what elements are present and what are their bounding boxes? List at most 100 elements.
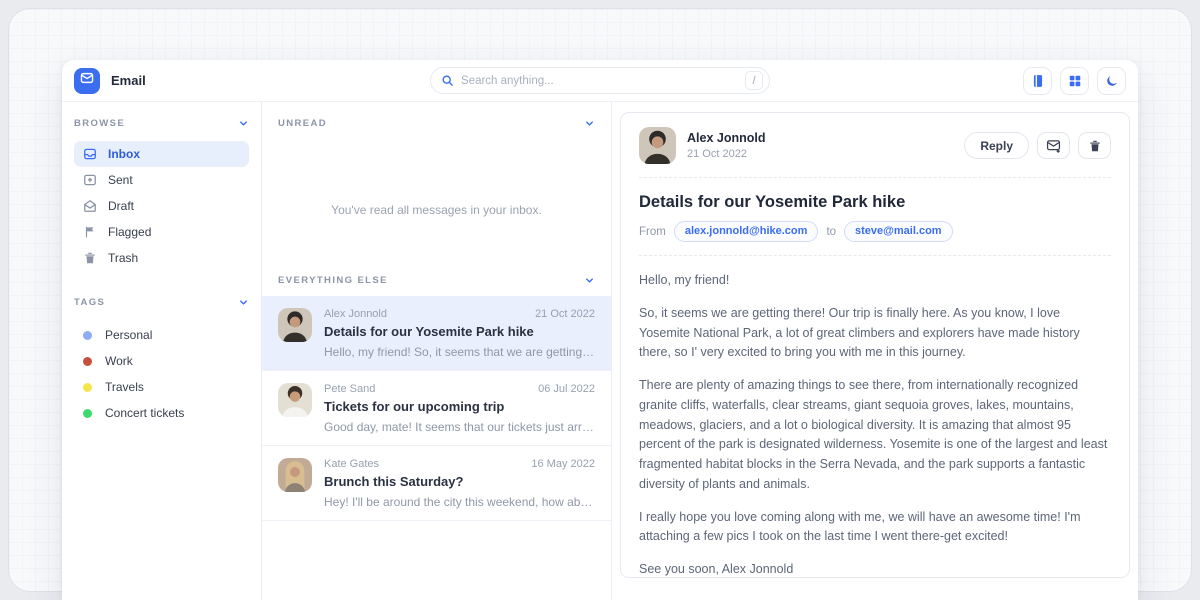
email-list-item-kate[interactable]: Kate Gates 16 May 2022 Brunch this Satur… — [262, 446, 611, 521]
app-logo — [74, 68, 100, 94]
sidebar-item-label: Sent — [108, 173, 133, 187]
tag-label: Travels — [105, 380, 144, 394]
body-paragraph: Hello, my friend! — [639, 271, 1111, 291]
message-list-column: UNREAD You've read all messages in your … — [262, 102, 612, 600]
body-paragraph: So, it seems we are getting there! Our t… — [639, 304, 1111, 363]
email-preview: Hey! I'll be around the city this weeken… — [324, 495, 595, 509]
body-paragraph: See you soon, Alex Jonnold — [639, 560, 1111, 578]
email-list-item-pete[interactable]: Pete Sand 06 Jul 2022 Tickets for our up… — [262, 371, 611, 446]
forward-mail-button[interactable] — [1037, 132, 1070, 159]
detail-sender-name: Alex Jonnold — [687, 131, 765, 145]
email-preview: Good day, mate! It seems that our ticket… — [324, 420, 595, 434]
delete-mail-button[interactable] — [1078, 132, 1111, 159]
sent-icon — [83, 173, 97, 187]
trash-icon — [1088, 139, 1102, 153]
sidebar-item-sent[interactable]: Sent — [74, 167, 249, 193]
email-list: Alex Jonnold 21 Oct 2022 Details for our… — [262, 296, 611, 521]
app-title: Email — [111, 73, 146, 88]
email-subject: Details for our Yosemite Park hike — [324, 324, 595, 339]
unread-section-label: UNREAD — [278, 118, 327, 129]
detail-from-row: From alex.jonnold@hike.com to steve@mail… — [639, 221, 1111, 242]
grid-icon — [1068, 74, 1082, 88]
sidebar-item-label: Flagged — [108, 225, 151, 239]
avatar — [278, 308, 312, 342]
email-list-item-alex[interactable]: Alex Jonnold 21 Oct 2022 Details for our… — [262, 296, 611, 371]
email-sender: Pete Sand — [324, 383, 375, 395]
email-subject: Tickets for our upcoming trip — [324, 399, 595, 414]
body-paragraph: I really hope you love coming along with… — [639, 508, 1111, 548]
search-box[interactable]: / — [430, 67, 770, 94]
tag-dot — [83, 331, 92, 340]
divider — [639, 255, 1111, 256]
email-subject: Brunch this Saturday? — [324, 474, 595, 489]
mail-open-icon — [83, 199, 97, 213]
body-paragraph: There are plenty of amazing things to se… — [639, 376, 1111, 495]
unread-collapse-chevron-icon[interactable] — [584, 118, 595, 129]
topbar: Email / — [62, 60, 1138, 102]
tag-dot — [83, 357, 92, 366]
from-label: From — [639, 226, 666, 238]
moon-icon — [1105, 74, 1119, 88]
detail-subject: Details for our Yosemite Park hike — [639, 193, 1111, 212]
detail-body: Hello, my friend! So, it seems we are ge… — [639, 258, 1111, 578]
email-date: 06 Jul 2022 — [538, 383, 595, 395]
sidebar: BROWSE Inbox — [62, 102, 262, 600]
sidebar-item-label: Trash — [108, 251, 138, 265]
sidebar-item-label: Inbox — [108, 147, 140, 161]
tag-item-work[interactable]: Work — [74, 348, 249, 374]
unread-empty-message: You've read all messages in your inbox. — [278, 203, 595, 217]
email-date: 16 May 2022 — [531, 458, 595, 470]
main-area: BROWSE Inbox — [62, 102, 1138, 600]
email-preview: Hello, my friend! So, it seems that we a… — [324, 345, 595, 359]
sidebar-item-inbox[interactable]: Inbox — [74, 141, 249, 167]
email-date: 21 Oct 2022 — [535, 308, 595, 320]
browse-section-label: BROWSE — [74, 118, 125, 129]
sidebar-item-trash[interactable]: Trash — [74, 245, 249, 271]
inbox-icon — [83, 147, 97, 161]
avatar — [639, 127, 676, 164]
tag-item-travels[interactable]: Travels — [74, 374, 249, 400]
tag-item-concert-tickets[interactable]: Concert tickets — [74, 400, 249, 426]
to-label: to — [826, 226, 836, 238]
email-sender: Kate Gates — [324, 458, 379, 470]
tag-dot — [83, 409, 92, 418]
divider — [639, 177, 1111, 178]
browse-collapse-chevron-icon[interactable] — [238, 118, 249, 129]
from-email-chip[interactable]: alex.jonnold@hike.com — [674, 221, 819, 242]
reply-button[interactable]: Reply — [964, 132, 1029, 159]
email-sender: Alex Jonnold — [324, 308, 387, 320]
detail-date: 21 Oct 2022 — [687, 148, 765, 160]
search-icon — [441, 74, 454, 87]
tag-label: Work — [105, 354, 133, 368]
tag-label: Concert tickets — [105, 406, 184, 420]
tags-collapse-chevron-icon[interactable] — [238, 297, 249, 308]
topbar-actions — [1023, 67, 1126, 95]
avatar — [278, 458, 312, 492]
email-app-window: Email / — [62, 60, 1138, 600]
tags-section-label: TAGS — [74, 297, 105, 308]
avatar — [278, 383, 312, 417]
book-icon — [1031, 74, 1045, 88]
message-detail-card: Alex Jonnold 21 Oct 2022 Reply — [620, 112, 1130, 578]
message-detail-column: Alex Jonnold 21 Oct 2022 Reply — [612, 102, 1138, 600]
envelope-icon — [80, 71, 94, 90]
search-shortcut-hint: / — [745, 71, 763, 90]
flag-icon — [83, 225, 97, 239]
tags-list: Personal Work Travels Concert tickets — [74, 322, 249, 426]
to-email-chip[interactable]: steve@mail.com — [844, 221, 953, 242]
trash-icon — [83, 251, 97, 265]
sidebar-item-draft[interactable]: Draft — [74, 193, 249, 219]
search-input[interactable] — [461, 75, 745, 87]
envelope-plus-icon — [1046, 138, 1061, 153]
detail-header: Alex Jonnold 21 Oct 2022 Reply — [639, 127, 1111, 164]
everything-else-section-label: EVERYTHING ELSE — [278, 275, 388, 286]
dark-mode-button[interactable] — [1097, 67, 1126, 95]
bookmarks-button[interactable] — [1023, 67, 1052, 95]
sidebar-item-flagged[interactable]: Flagged — [74, 219, 249, 245]
tag-item-personal[interactable]: Personal — [74, 322, 249, 348]
apps-grid-button[interactable] — [1060, 67, 1089, 95]
everything-else-collapse-chevron-icon[interactable] — [584, 275, 595, 286]
tag-label: Personal — [105, 328, 152, 342]
sidebar-item-label: Draft — [108, 199, 134, 213]
detail-actions: Reply — [964, 132, 1111, 159]
